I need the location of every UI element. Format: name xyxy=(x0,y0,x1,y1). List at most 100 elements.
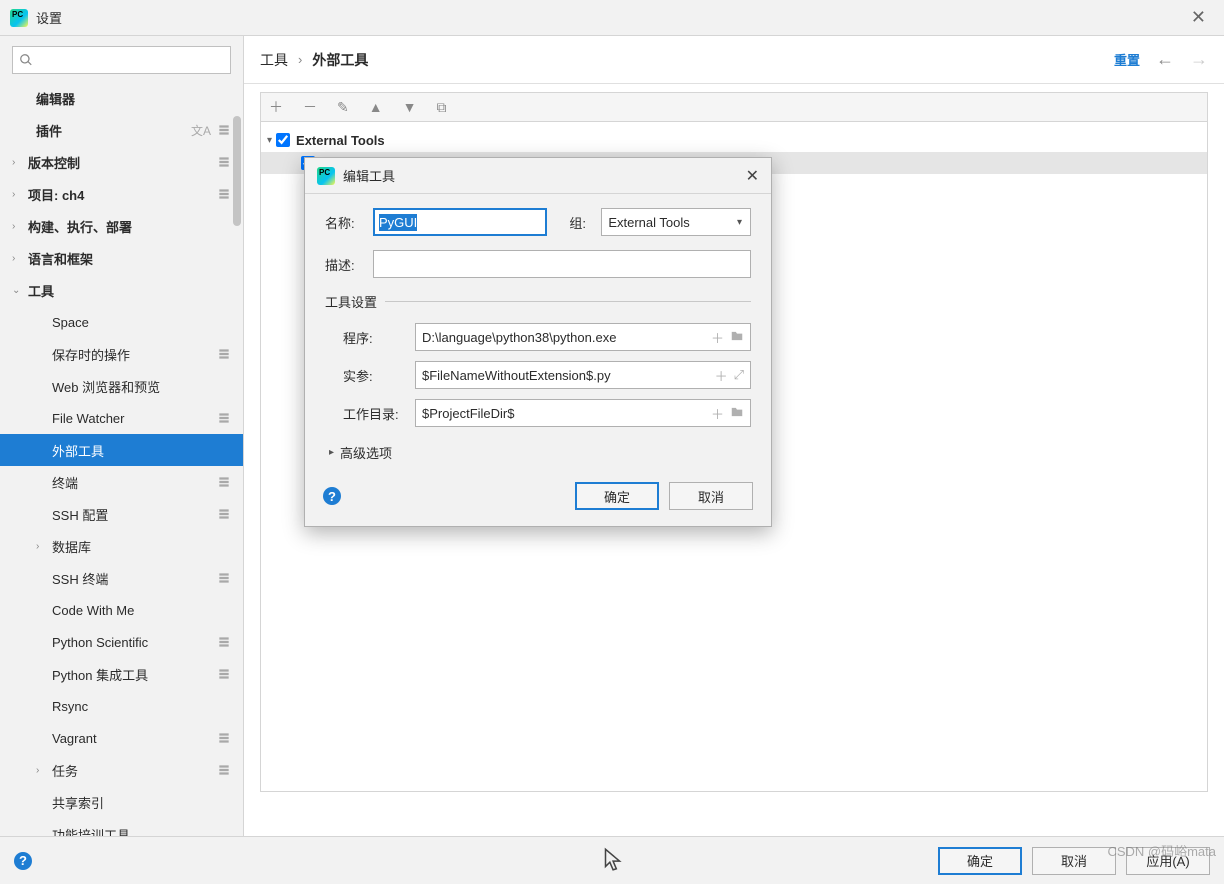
chevron-icon: › xyxy=(36,541,46,552)
args-label: 实参: xyxy=(325,366,415,385)
settings-ok-button[interactable]: 确定 xyxy=(938,847,1022,875)
chevron-icon: ⌄ xyxy=(12,285,22,296)
sidebar-item[interactable]: Space xyxy=(0,306,243,338)
sidebar-item[interactable]: 共享索引 xyxy=(0,786,243,818)
title-bar: 设置 ✕ xyxy=(0,0,1224,36)
sidebar-item[interactable]: ›语言和框架 xyxy=(0,242,243,274)
breadcrumb-root[interactable]: 工具 xyxy=(260,50,288,70)
ok-label: 确定 xyxy=(967,851,993,870)
sidebar-item[interactable]: 终端 xyxy=(0,466,243,498)
args-input[interactable]: $FileNameWithoutExtension$.py ＋ ⤢ xyxy=(415,361,751,389)
sidebar-item[interactable]: Python 集成工具 xyxy=(0,658,243,690)
dialog-close-button[interactable]: ✕ xyxy=(746,166,759,186)
sidebar-item-label: Space xyxy=(52,315,231,330)
group-combo[interactable]: External Tools ▾ xyxy=(601,208,751,236)
sidebar-item[interactable]: 功能培训工具 xyxy=(0,818,243,836)
dialog-ok-button[interactable]: 确定 xyxy=(575,482,659,510)
sidebar-scrollbar[interactable] xyxy=(233,116,241,226)
copy-button[interactable]: ⧉ xyxy=(436,99,446,116)
settings-cancel-button[interactable]: 取消 xyxy=(1032,847,1116,875)
move-up-button[interactable]: ▲ xyxy=(369,99,383,115)
config-scope-icon xyxy=(217,667,231,682)
desc-label: 描述: xyxy=(325,255,365,274)
config-scope-icon xyxy=(217,187,231,202)
program-input[interactable]: D:\language\python38\python.exe ＋ xyxy=(415,323,751,351)
sidebar-item[interactable]: File Watcher xyxy=(0,402,243,434)
sidebar-item[interactable]: › 版本控制 xyxy=(0,146,243,178)
sidebar-item-label: 任务 xyxy=(52,761,217,780)
program-value: D:\language\python38\python.exe xyxy=(422,330,705,345)
breadcrumb-separator-icon: › xyxy=(298,52,302,67)
workdir-label: 工作目录: xyxy=(325,404,415,423)
sidebar-item[interactable]: 插件文A xyxy=(0,114,243,146)
sidebar-item[interactable]: Code With Me xyxy=(0,594,243,626)
insert-macro-icon[interactable]: ＋ xyxy=(715,366,728,385)
sidebar-item-label: Rsync xyxy=(52,699,231,714)
sidebar-item[interactable]: Web 浏览器和预览 xyxy=(0,370,243,402)
nav-forward-icon: → xyxy=(1190,49,1208,70)
tool-settings-legend: 工具设置 xyxy=(325,292,385,311)
pycharm-icon xyxy=(10,9,28,27)
search-icon xyxy=(19,53,33,67)
sidebar-item[interactable]: ›数据库 xyxy=(0,530,243,562)
sidebar-item-label: SSH 终端 xyxy=(52,569,217,588)
watermark: CSDN @码峪mata xyxy=(1107,841,1216,860)
sidebar-item-label: 版本控制 xyxy=(28,153,217,172)
breadcrumb: 工具 › 外部工具 重置 ← → xyxy=(244,36,1224,84)
sidebar-item[interactable]: SSH 配置 xyxy=(0,498,243,530)
tool-group-row[interactable]: ▾ External Tools xyxy=(261,128,1207,152)
sidebar-item-label: Web 浏览器和预览 xyxy=(52,377,231,396)
sidebar-item[interactable]: SSH 终端 xyxy=(0,562,243,594)
advanced-label: 高级选项 xyxy=(340,443,392,462)
sidebar-item[interactable]: Rsync xyxy=(0,690,243,722)
browse-folder-icon[interactable] xyxy=(730,405,744,422)
nav-back-icon[interactable]: ← xyxy=(1156,49,1174,70)
chevron-right-icon: ▸ xyxy=(329,447,334,458)
sidebar-item[interactable]: Vagrant xyxy=(0,722,243,754)
chevron-icon: › xyxy=(36,765,46,776)
sidebar-item[interactable]: 编辑器 xyxy=(0,82,243,114)
group-checkbox[interactable] xyxy=(276,133,290,147)
insert-macro-icon[interactable]: ＋ xyxy=(711,404,724,423)
move-down-button[interactable]: ▼ xyxy=(403,99,417,115)
dialog-cancel-button[interactable]: 取消 xyxy=(669,482,753,510)
bottom-bar: ? 确定 取消 应用(A) xyxy=(0,836,1224,884)
sidebar-item[interactable]: Python Scientific xyxy=(0,626,243,658)
sidebar-item[interactable]: 外部工具 xyxy=(0,434,243,466)
config-scope-icon xyxy=(217,635,231,650)
advanced-toggle[interactable]: ▸ 高级选项 xyxy=(325,437,751,474)
workdir-input[interactable]: $ProjectFileDir$ ＋ xyxy=(415,399,751,427)
search-input[interactable] xyxy=(37,53,224,68)
sidebar-item[interactable]: ›项目: ch4 xyxy=(0,178,243,210)
group-label: 组: xyxy=(569,213,593,232)
dialog-cancel-label: 取消 xyxy=(698,487,724,506)
sidebar-item[interactable]: › 任务 xyxy=(0,754,243,786)
sidebar-item-label: Code With Me xyxy=(52,603,231,618)
edit-button[interactable]: ✎ xyxy=(337,99,349,116)
help-button[interactable]: ? xyxy=(14,852,32,870)
chevron-icon: › xyxy=(12,157,22,168)
sidebar-item-label: 终端 xyxy=(52,473,217,492)
name-input[interactable]: PyGUI xyxy=(373,208,547,236)
sidebar-item-label: File Watcher xyxy=(52,411,217,426)
config-scope-icon xyxy=(217,123,231,138)
tool-settings-fieldset: 工具设置 程序: D:\language\python38\python.exe… xyxy=(325,292,751,437)
chevron-down-icon[interactable]: ▾ xyxy=(267,135,272,146)
settings-tree[interactable]: 编辑器插件文A›版本控制›项目: ch4›构建、执行、部署›语言和框架⌄工具Sp… xyxy=(0,80,243,836)
sidebar-item[interactable]: 保存时的操作 xyxy=(0,338,243,370)
browse-folder-icon[interactable] xyxy=(730,329,744,346)
sidebar-item-label: 构建、执行、部署 xyxy=(28,217,231,236)
description-input[interactable] xyxy=(373,250,751,278)
add-button[interactable]: ＋ xyxy=(269,97,283,117)
dialog-help-button[interactable]: ? xyxy=(323,487,341,505)
expand-icon[interactable]: ⤢ xyxy=(734,367,744,383)
insert-macro-icon[interactable]: ＋ xyxy=(711,328,724,347)
sidebar-item[interactable]: ›构建、执行、部署 xyxy=(0,210,243,242)
dialog-body: 名称: PyGUI 组: External Tools ▾ 描述: 工具设置 程… xyxy=(305,194,771,476)
window-close-button[interactable]: ✕ xyxy=(1183,5,1214,30)
remove-button[interactable]: － xyxy=(303,97,317,117)
reset-link[interactable]: 重置 xyxy=(1114,50,1140,69)
search-box[interactable] xyxy=(12,46,231,74)
sidebar-item-label: Vagrant xyxy=(52,731,217,746)
sidebar-item[interactable]: ⌄工具 xyxy=(0,274,243,306)
